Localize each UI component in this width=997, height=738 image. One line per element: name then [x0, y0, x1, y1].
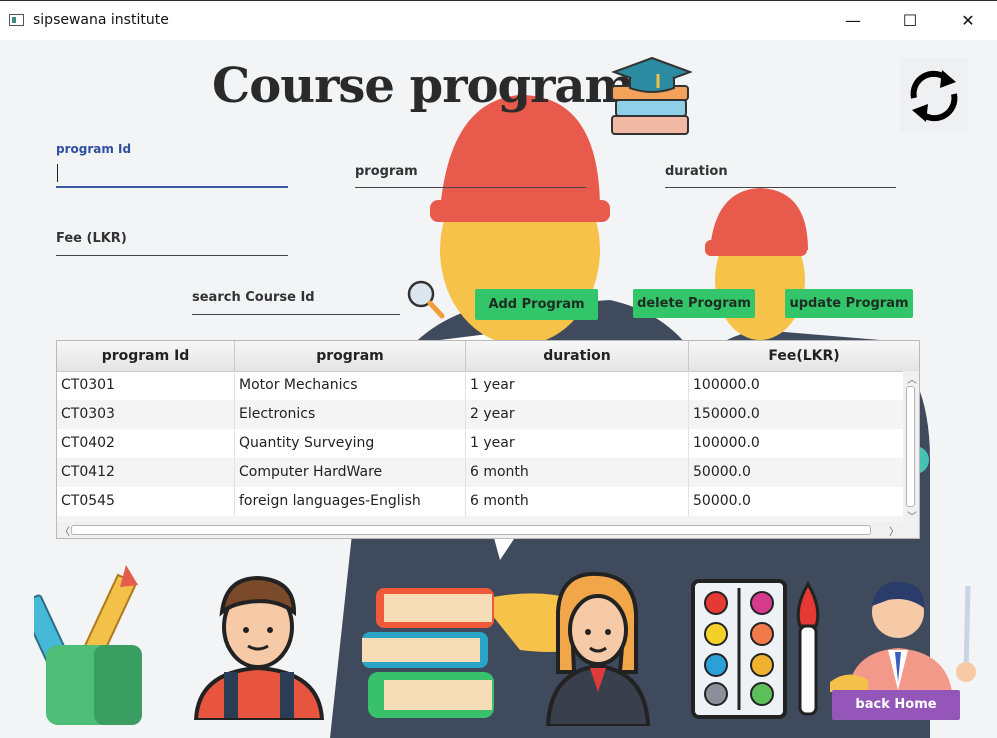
- program-id-field[interactable]: program Id: [56, 142, 288, 188]
- delete-program-button[interactable]: delete Program: [633, 289, 755, 318]
- cell-program-id: CT0545: [57, 487, 235, 516]
- cell-fee: 100000.0: [693, 435, 760, 451]
- cell-program: Motor Mechanics: [235, 371, 466, 400]
- scroll-down-icon[interactable]: ﹀: [907, 508, 917, 523]
- book-stack-icon: [362, 588, 494, 718]
- cell-duration: 2 year: [466, 400, 689, 429]
- cell-program-id: CT0402: [57, 429, 235, 458]
- search-course-id-label: search Course Id: [192, 290, 315, 305]
- cell-duration: 6 month: [466, 458, 689, 487]
- program-field[interactable]: program: [355, 164, 586, 188]
- fee-label: Fee (LKR): [56, 231, 127, 246]
- refresh-icon[interactable]: [900, 58, 968, 132]
- maximize-button[interactable]: ☐: [881, 1, 939, 41]
- search-icon[interactable]: [405, 278, 447, 320]
- cell-program: foreign languages-English: [235, 487, 466, 516]
- horizontal-scroll-thumb[interactable]: [71, 525, 871, 535]
- table-row[interactable]: CT0303 Electronics 2 year 150000.0: [57, 400, 903, 429]
- cell-program-id: CT0301: [57, 371, 235, 400]
- close-button[interactable]: ✕: [939, 1, 997, 41]
- column-header-program[interactable]: program: [235, 341, 466, 371]
- vertical-scroll-thumb[interactable]: [906, 386, 915, 507]
- programs-table[interactable]: program Id program duration Fee(LKR) CT0…: [56, 340, 920, 539]
- cell-duration: 1 year: [466, 429, 689, 458]
- app-icon: [9, 14, 24, 26]
- table-row[interactable]: CT0301 Motor Mechanics 1 year 100000.0: [57, 371, 903, 400]
- table-row[interactable]: CT0402 Quantity Surveying 1 year 100000.…: [57, 429, 903, 458]
- duration-field[interactable]: duration: [665, 164, 896, 188]
- search-course-id-field[interactable]: search Course Id: [192, 290, 400, 315]
- window-titlebar: sipsewana institute — ☐ ✕: [0, 0, 997, 40]
- cell-fee: 50000.0: [693, 493, 751, 509]
- vertical-scrollbar[interactable]: ︿ ﹀: [903, 371, 919, 523]
- add-program-button[interactable]: Add Program: [475, 289, 598, 320]
- main-content: Course program program Id program durati…: [0, 40, 997, 738]
- table-header: program Id program duration Fee(LKR): [57, 341, 919, 372]
- window-title: sipsewana institute: [33, 12, 169, 28]
- scroll-up-icon[interactable]: ︿: [907, 371, 917, 386]
- cell-fee: 100000.0: [693, 377, 760, 393]
- fee-field[interactable]: Fee (LKR): [56, 231, 288, 256]
- cell-program: Quantity Surveying: [235, 429, 466, 458]
- student-boy-icon: [193, 575, 325, 720]
- program-id-label: program Id: [56, 142, 132, 156]
- cell-fee: 150000.0: [693, 406, 760, 422]
- cell-duration: 6 month: [466, 487, 689, 516]
- table-row[interactable]: CT0545 foreign languages-English 6 month…: [57, 487, 903, 516]
- horizontal-scrollbar[interactable]: 〈 〉: [57, 522, 919, 538]
- column-header-program-id[interactable]: program Id: [57, 341, 235, 371]
- paint-palette-icon: [691, 579, 820, 719]
- update-program-button[interactable]: update Program: [785, 289, 913, 318]
- column-header-fee[interactable]: Fee(LKR): [689, 341, 919, 371]
- scroll-left-icon[interactable]: 〈: [60, 523, 70, 538]
- table-body: CT0301 Motor Mechanics 1 year 100000.0 C…: [57, 371, 903, 523]
- program-label: program: [355, 164, 418, 179]
- page-title: Course program: [212, 58, 635, 114]
- cell-program: Electronics: [235, 400, 466, 429]
- cell-fee: 50000.0: [693, 464, 751, 480]
- table-row[interactable]: CT0412 Computer HardWare 6 month 50000.0: [57, 458, 903, 487]
- back-home-button[interactable]: back Home: [832, 690, 960, 720]
- text-caret: [57, 164, 58, 182]
- minimize-button[interactable]: —: [824, 1, 882, 41]
- student-girl-icon: [545, 572, 651, 726]
- column-header-duration[interactable]: duration: [466, 341, 689, 371]
- cell-duration: 1 year: [466, 371, 689, 400]
- duration-label: duration: [665, 164, 728, 179]
- scroll-right-icon[interactable]: 〉: [889, 523, 899, 538]
- cell-program-id: CT0412: [57, 458, 235, 487]
- graduation-cap-books-icon: [611, 56, 692, 135]
- cell-program: Computer HardWare: [235, 458, 466, 487]
- cell-program-id: CT0303: [57, 400, 235, 429]
- pencil-cup-icon: [34, 565, 142, 725]
- teacher-icon: [830, 581, 976, 692]
